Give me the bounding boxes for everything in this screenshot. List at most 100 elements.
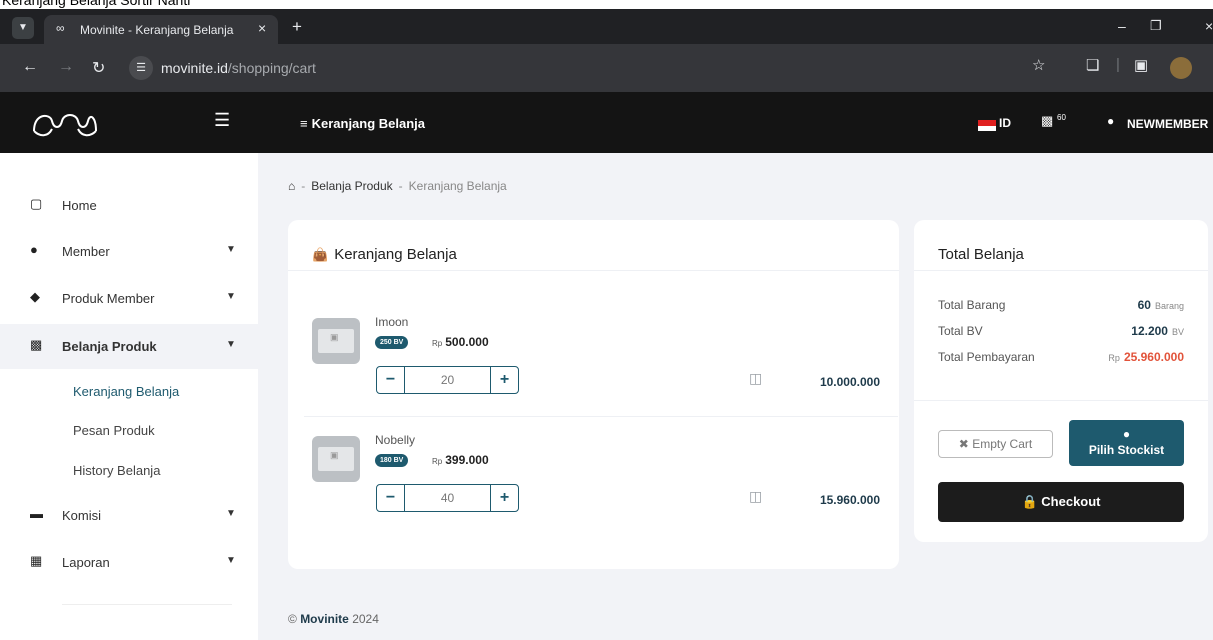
minimize-icon[interactable]: – xyxy=(1118,18,1126,34)
unit: Barang xyxy=(1154,301,1184,311)
report-icon: ▦ xyxy=(30,553,43,568)
image-icon: ▣ xyxy=(330,332,339,342)
tab-title: Movinite - Keranjang Belanja xyxy=(80,23,234,37)
product-image: ▣ xyxy=(312,436,360,482)
quantity-stepper: − 20 + xyxy=(376,366,519,394)
sidebar-item-laporan[interactable]: ▦ Laporan ▼ xyxy=(0,540,258,585)
cart-card-title: 👜 Keranjang Belanja xyxy=(312,246,457,263)
language-label[interactable]: ID xyxy=(999,116,1011,130)
chevron-down-icon: ▼ xyxy=(226,339,236,350)
breadcrumb-separator: - xyxy=(301,179,306,193)
tab-close-icon[interactable]: × xyxy=(258,20,266,36)
breadcrumb-current: Keranjang Belanja xyxy=(408,179,507,193)
reload-icon[interactable]: ↻ xyxy=(92,58,105,78)
footer: © Movinite 2024 xyxy=(288,612,379,626)
sidebar-item-label: Laporan xyxy=(62,555,110,570)
url-text[interactable]: movinite.id/shopping/cart xyxy=(161,60,316,76)
empty-cart-button[interactable]: ✖ Empty Cart xyxy=(938,430,1053,458)
empty-cart-label: Empty Cart xyxy=(972,437,1033,451)
main-content: ⌂ - Belanja Produk - Keranjang Belanja 👜 Kera… xyxy=(258,153,1213,640)
lock-icon: 🔒 xyxy=(1021,494,1038,509)
browser-tab[interactable]: ∞ Movinite - Keranjang Belanja × xyxy=(44,15,278,44)
back-icon[interactable]: ← xyxy=(22,58,38,76)
unit: BV xyxy=(1171,327,1184,337)
product-price: Rp 399.000 xyxy=(432,453,489,467)
extensions-icon[interactable]: ❏ xyxy=(1086,56,1099,74)
top-caption: Keranjang Belanja Sortir Nanti xyxy=(2,0,191,8)
currency: Rp xyxy=(432,339,443,348)
sidebar: ▢ Home ● Member ▼ ◆ Produk Member ▼ ▩ Be… xyxy=(0,153,258,640)
profile-icon: ● xyxy=(30,636,37,640)
tag-icon: ◆ xyxy=(30,289,40,304)
summary-label: Total BV xyxy=(938,324,983,338)
breadcrumb-home-icon[interactable]: ⌂ xyxy=(288,179,295,193)
sidebar-item-home[interactable]: ▢ Home xyxy=(0,183,258,228)
site-info-icon[interactable]: ☰ xyxy=(129,56,153,80)
cart-count-badge: 60 xyxy=(1057,113,1066,122)
sidebar-item-member[interactable]: ● Member ▼ xyxy=(0,229,258,274)
summary-total-bv: Total BV 12.200 BV xyxy=(938,324,1184,342)
sidebar-subitem-keranjang-belanja[interactable]: Keranjang Belanja xyxy=(73,384,179,399)
summary-value: 60 Barang xyxy=(1138,298,1184,312)
menu-toggle-icon[interactable]: ☰ xyxy=(214,110,230,131)
sidebar-item-belanja-produk[interactable]: ▩ Belanja Produk ▼ xyxy=(0,324,258,369)
sidebar-subitem-pesan-produk[interactable]: Pesan Produk xyxy=(73,423,155,438)
user-icon: ● xyxy=(1122,427,1131,441)
increase-qty-button[interactable]: + xyxy=(490,367,518,393)
bookmark-star-icon[interactable]: ☆ xyxy=(1032,56,1045,74)
summary-title: Total Belanja xyxy=(938,246,1024,263)
tab-favicon-icon: ∞ xyxy=(56,21,65,35)
url-host: movinite.id xyxy=(161,60,228,76)
trash-icon[interactable]: ◫ xyxy=(749,488,762,505)
sidebar-item-produk-member[interactable]: ◆ Produk Member ▼ xyxy=(0,276,258,321)
checkout-button[interactable]: 🔒 Checkout xyxy=(938,482,1184,522)
window-close-icon[interactable]: × xyxy=(1205,18,1213,34)
summary-value: Rp 25.960.000 xyxy=(1108,350,1184,364)
sidebar-divider xyxy=(62,604,232,605)
sidebar-item-komisi[interactable]: ▬ Komisi ▼ xyxy=(0,493,258,538)
cart-box-icon: ▩ xyxy=(30,337,43,352)
omnibox[interactable]: ☰ movinite.id/shopping/cart xyxy=(123,52,1183,84)
flag-id-icon[interactable] xyxy=(978,120,996,131)
currency: Rp xyxy=(1108,353,1120,363)
chevron-down-icon: ▼ xyxy=(226,291,236,302)
breadcrumb: ⌂ - Belanja Produk - Keranjang Belanja xyxy=(288,179,507,193)
header-page-title: ≡ Keranjang Belanja xyxy=(300,116,425,131)
cart-item: ▣ Nobelly 180 BV Rp 399.000 − 40 + ◫ 15.9… xyxy=(304,418,898,532)
chevron-down-icon: ▼ xyxy=(226,508,236,519)
quantity-input[interactable]: 20 xyxy=(405,367,490,393)
forward-icon[interactable]: → xyxy=(58,58,74,76)
increase-qty-button[interactable]: + xyxy=(490,485,518,511)
sidebar-item-label: Komisi xyxy=(62,508,102,523)
sidebar-item-label: Produk Member xyxy=(62,291,155,306)
summary-label: Total Pembayaran xyxy=(938,350,1035,364)
pilih-stockist-button[interactable]: ● Pilih Stockist xyxy=(1069,420,1184,466)
trash-icon[interactable]: ◫ xyxy=(749,370,762,387)
profile-avatar[interactable] xyxy=(1170,57,1192,79)
monitor-icon: ▢ xyxy=(30,196,43,211)
price-value: 399.000 xyxy=(445,453,489,467)
user-icon: ● xyxy=(30,242,38,257)
total-pembayaran-value: 25.960.000 xyxy=(1123,350,1184,364)
user-icon[interactable]: ● xyxy=(1107,114,1114,128)
breadcrumb-belanja-produk[interactable]: Belanja Produk xyxy=(311,179,392,193)
footer-brand[interactable]: Movinite xyxy=(300,612,349,626)
app-header: ☰ ≡ Keranjang Belanja ID ▩ 60 ● NEWMEMBER xyxy=(0,92,1213,153)
movinite-logo[interactable] xyxy=(30,107,100,139)
summary-total-pembayaran: Total Pembayaran Rp 25.960.000 xyxy=(938,350,1184,368)
quantity-input[interactable]: 40 xyxy=(405,485,490,511)
footer-year: 2024 xyxy=(352,612,379,626)
tab-search-icon[interactable]: ▼ xyxy=(12,17,34,39)
decrease-qty-button[interactable]: − xyxy=(377,367,405,393)
toolbar-divider: | xyxy=(1116,56,1120,73)
new-tab-icon[interactable]: + xyxy=(292,17,302,37)
cart-icon[interactable]: ▩ xyxy=(1041,113,1053,129)
decrease-qty-button[interactable]: − xyxy=(377,485,405,511)
username[interactable]: NEWMEMBER xyxy=(1127,117,1208,131)
url-path: /shopping/cart xyxy=(227,60,316,76)
top-caption-strip: Keranjang Belanja Sortir Nanti xyxy=(0,0,1213,9)
card-divider xyxy=(914,270,1208,271)
sidebar-subitem-history-belanja[interactable]: History Belanja xyxy=(73,463,160,478)
restore-icon[interactable]: ❐ xyxy=(1150,18,1162,34)
side-panel-icon[interactable]: ▣ xyxy=(1134,56,1148,74)
